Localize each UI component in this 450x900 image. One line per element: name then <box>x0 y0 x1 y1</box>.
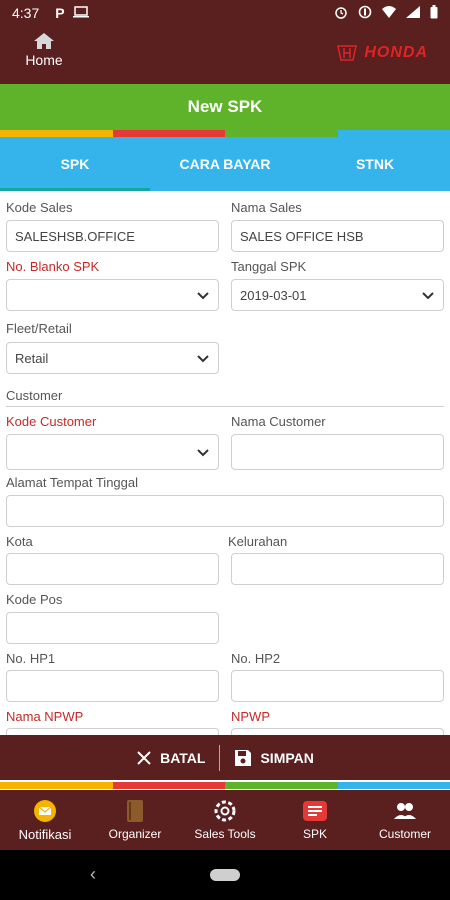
tab-stnk[interactable]: STNK <box>300 137 450 191</box>
mail-icon <box>34 799 56 822</box>
home-label: Home <box>25 52 63 68</box>
bottom-nav: Notifikasi Organizer Sales Tools SPK Cus… <box>0 790 450 850</box>
spk-form: Kode Sales SALESHSB.OFFICE Nama Sales SA… <box>0 191 450 735</box>
kode-sales-label: Kode Sales <box>6 200 73 215</box>
tanggal-spk-select[interactable]: 2019-03-01 <box>231 279 444 311</box>
status-bar: 4:37 P <box>0 0 450 26</box>
customer-section-title: Customer <box>6 388 63 403</box>
status-right <box>334 4 438 22</box>
status-left: 4:37 P <box>12 5 89 21</box>
home-button[interactable]: Home <box>16 32 72 68</box>
tab-spk-label: SPK <box>60 156 90 172</box>
no-blanko-label: No. Blanko SPK <box>6 259 100 274</box>
page-title-bar: New SPK <box>0 84 450 130</box>
back-icon[interactable]: ‹ <box>90 864 96 885</box>
save-label: SIMPAN <box>260 749 314 766</box>
nav-sales-tools-label: Sales Tools <box>194 827 256 841</box>
chevron-down-icon <box>197 292 209 300</box>
laptop-icon <box>72 5 89 21</box>
fleet-retail-label: Fleet/Retail <box>6 321 72 336</box>
document-icon <box>303 801 327 821</box>
hp2-field[interactable] <box>231 670 444 702</box>
kode-sales-field[interactable]: SALESHSB.OFFICE <box>6 220 219 252</box>
people-icon <box>394 803 416 819</box>
nama-npwp-label: Nama NPWP <box>6 709 84 724</box>
nav-spk-label: SPK <box>302 827 327 841</box>
kode-customer-select[interactable] <box>6 434 219 470</box>
brand-text: HONDA <box>364 44 428 61</box>
no-blanko-select[interactable] <box>6 279 219 311</box>
home-icon <box>34 33 54 49</box>
npwp-label: NPWP <box>231 709 270 724</box>
alamat-field[interactable] <box>6 495 444 527</box>
nama-customer-label: Nama Customer <box>231 414 326 429</box>
book-icon <box>127 800 143 822</box>
tab-cara-bayar[interactable]: CARA BAYAR <box>150 137 300 191</box>
gear-icon <box>214 800 236 822</box>
nav-organizer[interactable]: Organizer <box>90 790 180 850</box>
tab-cara-bayar-label: CARA BAYAR <box>179 156 271 172</box>
data-saver-icon <box>358 5 372 22</box>
nav-spk[interactable]: SPK <box>270 790 360 850</box>
kode-sales-value: SALESHSB.OFFICE <box>15 228 135 244</box>
system-nav-bar: ‹ <box>0 850 450 900</box>
kota-label: Kota <box>6 534 33 549</box>
section-divider <box>6 406 444 407</box>
save-icon <box>235 749 252 766</box>
nav-sales-tools[interactable]: Sales Tools <box>180 790 270 850</box>
nama-npwp-field[interactable] <box>6 728 219 735</box>
kelurahan-label: Kelurahan <box>228 534 288 549</box>
fleet-retail-value: Retail <box>15 350 49 366</box>
chevron-down-icon <box>422 292 434 300</box>
nav-customer-label: Customer <box>378 827 431 841</box>
battery-icon <box>430 4 438 22</box>
nama-sales-field[interactable]: SALES OFFICE HSB <box>231 220 444 252</box>
signal-icon <box>406 5 420 21</box>
kode-pos-label: Kode Pos <box>6 592 63 607</box>
alamat-label: Alamat Tempat Tinggal <box>6 475 138 490</box>
tab-spk[interactable]: SPK <box>0 137 150 191</box>
status-time: 4:37 <box>12 5 40 21</box>
color-stripe-bottom <box>0 782 450 789</box>
kelurahan-field[interactable] <box>231 553 444 585</box>
nama-sales-label: Nama Sales <box>231 200 302 215</box>
action-divider <box>219 744 221 771</box>
hp2-label: No. HP2 <box>231 651 281 666</box>
nav-organizer-label: Organizer <box>108 827 162 841</box>
hp1-field[interactable] <box>6 670 219 702</box>
honda-wing-icon <box>337 45 358 61</box>
honda-logo: HONDA <box>336 44 428 62</box>
kode-customer-label: Kode Customer <box>6 414 97 429</box>
alarm-icon <box>334 5 348 22</box>
tab-bar: SPK CARA BAYAR STNK <box>0 137 450 191</box>
app-header: Home HONDA <box>0 26 450 84</box>
cancel-button[interactable]: BATAL <box>122 750 219 766</box>
save-button[interactable]: SIMPAN <box>220 749 327 767</box>
hp1-label: No. HP1 <box>6 651 56 666</box>
npwp-field[interactable] <box>231 728 444 735</box>
chevron-down-icon <box>197 355 209 363</box>
kode-pos-field[interactable] <box>6 612 219 644</box>
nav-customer[interactable]: Customer <box>360 790 450 850</box>
tanggal-spk-value: 2019-03-01 <box>240 287 307 303</box>
tab-stnk-label: STNK <box>355 156 395 172</box>
home-pill[interactable] <box>210 869 240 881</box>
nav-notifikasi[interactable]: Notifikasi <box>0 790 90 850</box>
chevron-down-icon <box>197 449 209 457</box>
page-title: New SPK <box>187 97 263 116</box>
fleet-retail-select[interactable]: Retail <box>6 342 219 374</box>
color-stripe-top <box>0 130 450 137</box>
nav-notifikasi-label: Notifikasi <box>18 826 72 842</box>
action-bar: BATAL SIMPAN <box>0 735 450 780</box>
nama-customer-field[interactable] <box>231 434 444 470</box>
tanggal-spk-label: Tanggal SPK <box>231 259 307 274</box>
cancel-label: BATAL <box>160 749 206 766</box>
nama-sales-value: SALES OFFICE HSB <box>240 228 364 244</box>
parking-icon: P <box>55 5 65 21</box>
wifi-icon <box>382 5 396 21</box>
close-icon <box>137 750 151 765</box>
kota-field[interactable] <box>6 553 219 585</box>
